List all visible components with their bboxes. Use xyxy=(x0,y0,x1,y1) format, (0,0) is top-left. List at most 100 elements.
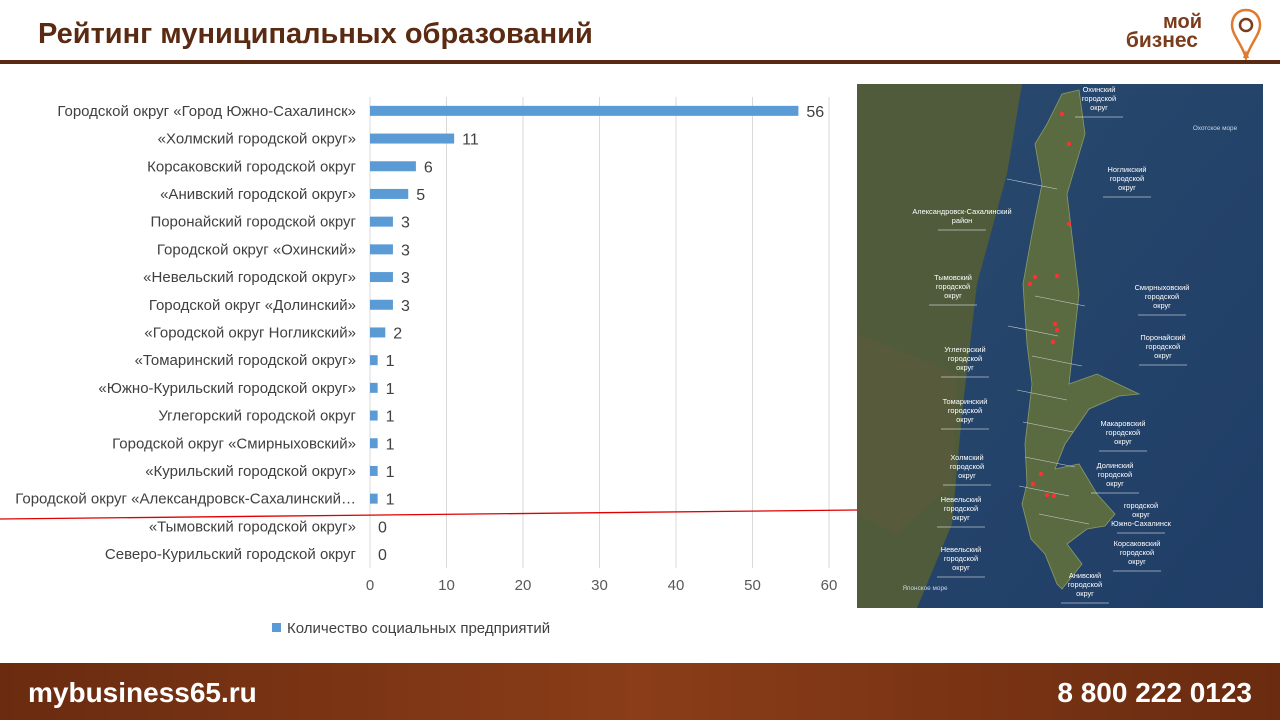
region-label-line: округ xyxy=(952,563,970,572)
region-label-line: округ xyxy=(958,471,976,480)
data-label: 3 xyxy=(401,298,410,315)
x-tick-label: 30 xyxy=(591,577,608,594)
category-label: Корсаковский городской округ xyxy=(147,158,356,175)
category-label: «Холмский городской округ» xyxy=(158,131,356,148)
location-marker xyxy=(1032,274,1038,280)
category-label: Городской округ «Смирныховский» xyxy=(112,435,356,452)
bar xyxy=(370,493,378,504)
bar xyxy=(370,188,409,199)
x-tick-label: 20 xyxy=(515,577,532,594)
category-label: Городской округ «Город Южно-Сахалинск» xyxy=(57,103,356,120)
category-label: Городской округ «Долинский» xyxy=(149,297,356,314)
data-label: 1 xyxy=(386,409,395,426)
region-label-line: Охинский xyxy=(1083,85,1116,94)
bar xyxy=(370,105,799,116)
chart-legend: Количество социальных предприятий xyxy=(272,620,550,637)
region-label-line: Смирныховский xyxy=(1135,283,1190,292)
footer-url-link[interactable]: mybusiness65.ru xyxy=(28,677,257,709)
region-label-line: городской xyxy=(944,504,978,513)
category-label: «Томаринский городской округ» xyxy=(135,352,356,369)
category-label: «Тымовский городской округ» xyxy=(149,518,356,535)
data-label: 2 xyxy=(393,325,402,342)
data-label: 3 xyxy=(401,270,410,287)
category-label: «Городской округ Ногликский» xyxy=(144,324,356,341)
data-label: 1 xyxy=(386,436,395,453)
region-label-line: городской xyxy=(936,282,970,291)
region-label-line: округ xyxy=(952,513,970,522)
region-label-line: Тымовский xyxy=(934,273,972,282)
bar xyxy=(370,410,378,421)
region-label-line: городской xyxy=(948,406,982,415)
legend-label: Количество социальных предприятий xyxy=(287,620,551,637)
region-label-line: Холмский xyxy=(950,453,983,462)
data-label: 1 xyxy=(386,353,395,370)
category-label: «Анивский городской округ» xyxy=(160,186,356,203)
region-label-line: округ xyxy=(1128,557,1146,566)
category-label: «Невельский городской округ» xyxy=(143,269,356,286)
region-label-line: Южно-Сахалинск xyxy=(1111,519,1172,528)
region-label-line: округ xyxy=(956,415,974,424)
brand-logo[interactable]: мой бизнес xyxy=(1126,6,1262,60)
region-label-line: округ xyxy=(1118,183,1136,192)
page-title: Рейтинг муниципальных образований xyxy=(38,18,593,50)
category-label: Поронайский городской округ xyxy=(150,214,356,231)
bar xyxy=(370,299,393,310)
region-label-line: Невельский xyxy=(941,495,982,504)
sea-label: Японское море xyxy=(902,585,948,592)
bar xyxy=(370,438,378,449)
x-tick-label: 10 xyxy=(438,577,455,594)
footer-bar: mybusiness65.ru 8 800 222 0123 xyxy=(0,663,1280,720)
data-label: 3 xyxy=(401,215,410,232)
footer-phone[interactable]: 8 800 222 0123 xyxy=(1057,677,1252,709)
region-label-line: округ xyxy=(1153,301,1171,310)
bar xyxy=(370,327,386,338)
location-marker xyxy=(1059,111,1065,117)
location-marker xyxy=(1052,321,1058,327)
bar xyxy=(370,244,393,255)
region-label-line: городской xyxy=(948,354,982,363)
bar-chart: 0 10 20 30 40 50 60Городской округ «Город Южно… xyxy=(15,97,838,594)
region-label-line: городской xyxy=(1082,94,1116,103)
location-marker xyxy=(1038,471,1044,477)
bar xyxy=(370,161,416,172)
region-label-line: Анивский xyxy=(1069,571,1101,580)
category-label: Северо-Курильский городской округ xyxy=(105,546,357,563)
region-label-line: городской xyxy=(944,554,978,563)
location-marker xyxy=(1054,273,1060,279)
location-marker xyxy=(1050,339,1056,345)
location-marker xyxy=(1066,141,1072,147)
data-label: 1 xyxy=(386,381,395,398)
region-label-line: городской xyxy=(1145,292,1179,301)
data-label: 1 xyxy=(386,464,395,481)
location-marker xyxy=(1066,221,1072,227)
bar xyxy=(370,355,378,366)
region-label-line: округ xyxy=(1114,437,1132,446)
region-label-line: городской xyxy=(1146,342,1180,351)
data-label: 0 xyxy=(378,519,387,536)
region-label-line: округ xyxy=(956,363,974,372)
region-label-line: Долинский xyxy=(1097,461,1134,470)
data-label: 0 xyxy=(378,547,387,564)
region-label-line: округ xyxy=(1154,351,1172,360)
location-marker xyxy=(1044,492,1050,498)
logo-line2: бизнес xyxy=(1125,29,1198,52)
region-label-line: округ xyxy=(1090,103,1108,112)
sea-label: Охотское море xyxy=(1193,125,1238,132)
region-label-line: Углегорский xyxy=(944,345,985,354)
region-label-line: городской xyxy=(1124,501,1158,510)
category-label: Городской округ «Александровск-Сахалинск… xyxy=(15,491,356,508)
region-label-line: городской xyxy=(1068,580,1102,589)
bar xyxy=(370,272,393,283)
region-label-line: Невельский xyxy=(941,545,982,554)
data-label: 5 xyxy=(416,187,425,204)
bar xyxy=(370,133,455,144)
region-label-line: Ногликский xyxy=(1108,165,1147,174)
x-tick-label: 60 xyxy=(821,577,838,594)
region-label-line: Александровск-Сахалинский xyxy=(912,207,1011,216)
region-label-line: городской xyxy=(1120,548,1154,557)
region-label-line: городской xyxy=(1098,470,1132,479)
bar xyxy=(370,216,393,227)
region-label-line: округ xyxy=(1076,589,1094,598)
location-marker xyxy=(1027,281,1033,287)
location-marker xyxy=(1054,327,1060,333)
